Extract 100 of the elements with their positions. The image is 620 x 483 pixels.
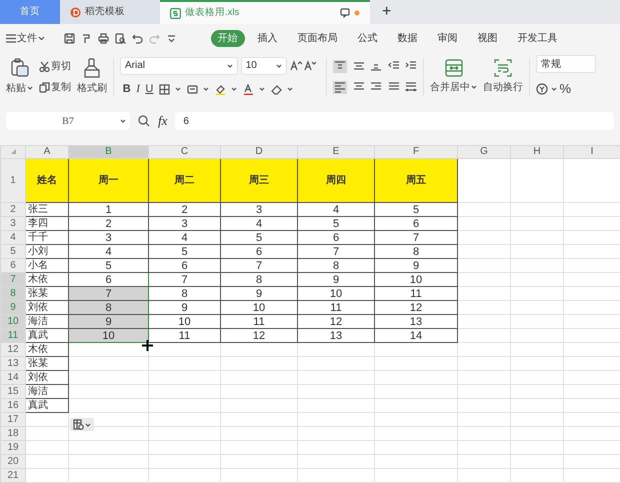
name-box[interactable]: B7 [6, 112, 130, 130]
italic-button[interactable]: I [136, 80, 140, 98]
table-cell: 7 [148, 272, 220, 286]
table-cell: 10 [220, 300, 298, 314]
column-title: 周一 [68, 158, 148, 202]
row-header[interactable]: 15 [0, 384, 26, 398]
format-painter-button[interactable]: 格式刷 [77, 80, 107, 96]
underline-button[interactable]: U [145, 80, 154, 98]
ribbon-tab[interactable]: 开发工具 [510, 30, 564, 46]
table-cell: 14 [374, 328, 458, 342]
row-header[interactable]: 16 [0, 398, 26, 412]
table-cell: 7 [68, 286, 148, 300]
row-header[interactable]: 3 [0, 216, 26, 230]
row-header[interactable]: 18 [0, 426, 26, 440]
brush-icon[interactable] [83, 58, 101, 78]
table-cell: 9 [220, 286, 298, 300]
row-header[interactable]: 5 [0, 244, 26, 258]
paste-button[interactable]: 粘贴 [6, 80, 33, 96]
font-size-select[interactable]: 10 [240, 56, 287, 75]
tab[interactable]: 做表格用.xls [160, 0, 370, 24]
customize-icon[interactable] [166, 32, 176, 44]
tab-label: 首页 [20, 4, 40, 19]
tab[interactable]: 首页 [0, 0, 60, 24]
distributed-icon[interactable] [405, 81, 417, 92]
new-tab-button[interactable]: + [381, 3, 392, 21]
zoom-icon[interactable] [138, 115, 150, 127]
ribbon-tab[interactable]: 公式 [350, 30, 384, 46]
column-header[interactable]: G [458, 146, 510, 158]
save-icon[interactable] [64, 32, 74, 44]
justify-icon[interactable] [388, 81, 400, 92]
align-center-icon[interactable] [352, 81, 364, 92]
shrink-font-icon[interactable] [304, 60, 316, 72]
percent-button[interactable]: % [560, 79, 572, 99]
wrap-text-icon[interactable] [494, 59, 512, 78]
ribbon-tab[interactable]: 页面布局 [290, 30, 344, 46]
table-cell: 12 [220, 328, 298, 342]
row-header[interactable]: 13 [0, 356, 26, 370]
ribbon-tab[interactable]: 视图 [470, 30, 504, 46]
table-cell: 9 [298, 272, 374, 286]
font-color-icon[interactable] [242, 84, 254, 94]
row-header[interactable]: 19 [0, 440, 26, 454]
column-header[interactable]: H [510, 146, 564, 158]
row-header[interactable]: 20 [0, 454, 26, 468]
row-header[interactable]: 2 [0, 202, 26, 216]
paste-icon[interactable] [10, 58, 30, 78]
eraser-icon[interactable] [270, 84, 282, 94]
row-header[interactable]: 21 [0, 468, 26, 482]
column-header[interactable]: A [26, 146, 68, 158]
table-cell: 3 [68, 230, 148, 244]
ribbon-tab[interactable]: 开始 [210, 30, 244, 46]
column-header[interactable]: D [220, 146, 298, 158]
comment-icon[interactable] [340, 8, 350, 18]
paste-options-button[interactable] [70, 418, 94, 431]
print-icon[interactable] [98, 32, 108, 44]
border-icon[interactable] [158, 84, 170, 94]
number-format-select[interactable]: 常规 [536, 55, 596, 74]
column-header[interactable]: I [564, 146, 620, 158]
file-menu-button[interactable]: 文件 [6, 30, 45, 46]
row-header[interactable]: 17 [0, 412, 26, 426]
fx-label[interactable]: fx [158, 111, 168, 131]
clipboard-icon [73, 419, 84, 430]
align-right-icon[interactable] [370, 81, 382, 92]
increase-indent-icon[interactable] [405, 60, 417, 71]
ribbon-tab[interactable]: 数据 [390, 30, 424, 46]
table-cell: 11 [374, 286, 458, 300]
row-header[interactable]: 12 [0, 342, 26, 356]
row-header[interactable]: 1 [0, 158, 26, 202]
bold-button[interactable]: B [122, 80, 131, 98]
column-header[interactable]: E [298, 146, 374, 158]
column-header[interactable]: C [148, 146, 220, 158]
merge-center-button[interactable]: 合并居中 [430, 80, 477, 95]
merge-cells-icon[interactable] [444, 59, 462, 78]
ribbon-tab[interactable]: 审阅 [430, 30, 464, 46]
decrease-indent-icon[interactable] [388, 60, 400, 71]
grow-font-icon[interactable] [290, 60, 302, 72]
font-select[interactable]: Arial [120, 56, 238, 75]
align-middle-icon[interactable] [352, 60, 364, 71]
formula-input[interactable]: 6 [175, 112, 614, 130]
row-header[interactable]: 4 [0, 230, 26, 244]
column-header[interactable]: F [374, 146, 458, 158]
copy-icon [39, 82, 50, 93]
caret-icon [471, 83, 477, 92]
wrap-text-button[interactable]: 自动换行 [483, 80, 523, 95]
tab[interactable]: 稻壳模板 [60, 0, 160, 24]
copy-button[interactable]: 复制 [39, 80, 71, 95]
undo-icon[interactable] [132, 32, 142, 44]
cell-style-icon[interactable] [186, 84, 198, 94]
table-cell: 8 [298, 258, 374, 272]
fill-color-icon[interactable] [214, 84, 226, 94]
currency-icon[interactable] [536, 83, 548, 95]
caret-icon [27, 84, 33, 92]
ribbon-tab[interactable]: 插入 [250, 30, 284, 46]
row-header[interactable]: 14 [0, 370, 26, 384]
column-title: 周二 [148, 158, 220, 202]
align-top-icon[interactable] [333, 60, 347, 73]
align-left-icon[interactable] [333, 81, 347, 94]
cut-button[interactable]: 剪切 [39, 59, 71, 74]
print-preview-icon[interactable] [114, 32, 126, 44]
row-header[interactable]: 6 [0, 258, 26, 272]
table-cell: 张三 [26, 202, 68, 216]
